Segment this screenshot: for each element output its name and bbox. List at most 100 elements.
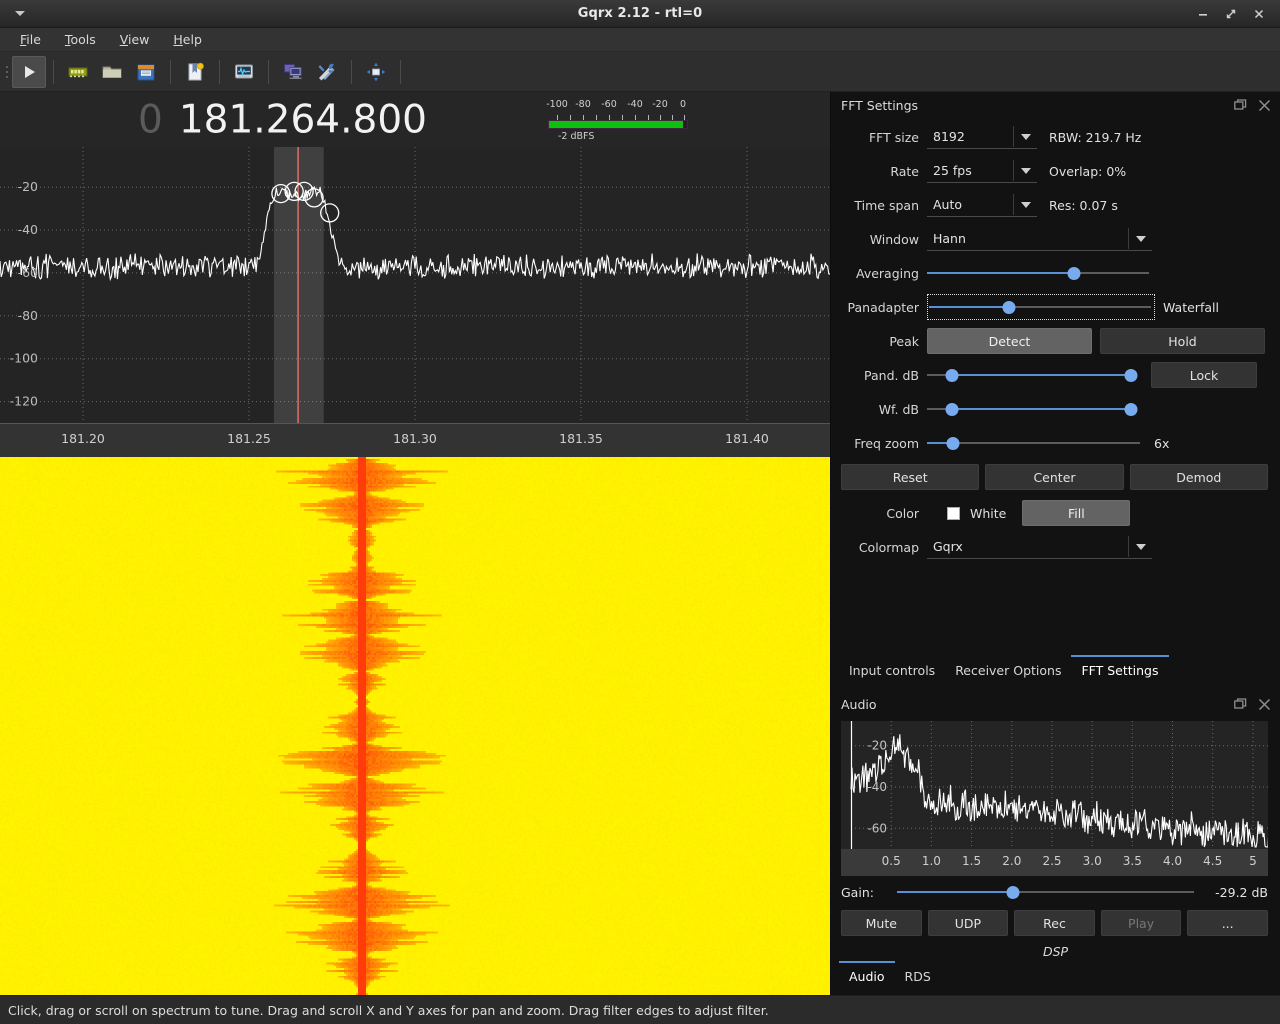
pand-db-high-handle[interactable]: [1124, 368, 1138, 382]
minimize-button[interactable]: [1196, 7, 1210, 21]
toolbar-separator: [351, 59, 352, 84]
rf-spectrum-plot[interactable]: -20 -40 -60 -80 -100 -120 181.20 181.25 181.30 18…: [0, 147, 830, 457]
udp-button[interactable]: UDP: [927, 910, 1009, 936]
menu-file[interactable]: File: [8, 29, 53, 50]
averaging-slider-handle[interactable]: [1067, 266, 1081, 280]
demod-button[interactable]: Demod: [1129, 464, 1268, 490]
more-options-button[interactable]: ...: [1187, 910, 1268, 936]
audio-spectrum-plot[interactable]: -20 -40 -60 0.5 1.0 1.5 2.0 2.5 3.0 3.5 4.0 4.5 5: [841, 721, 1268, 876]
menu-bar: File Tools View Help: [0, 28, 1280, 52]
waterfall-label: Waterfall: [1163, 299, 1219, 315]
svg-text:0.5: 0.5: [882, 854, 901, 868]
fft-settings-dock-header: FFT Settings: [831, 92, 1280, 118]
freq-zoom-slider-handle[interactable]: [946, 436, 960, 450]
gain-row: Gain: -29.2 dB: [831, 878, 1280, 906]
waterfall-display[interactable]: [0, 457, 830, 995]
float-audio-dock-button[interactable]: [1232, 696, 1248, 712]
panadapter-slider-handle[interactable]: [1002, 300, 1016, 314]
bookmarks-button[interactable]: [178, 56, 212, 88]
close-icon: [1258, 698, 1270, 710]
reset-button[interactable]: Reset: [841, 464, 980, 490]
peak-detect-button[interactable]: Detect: [927, 328, 1092, 354]
svg-text:1.5: 1.5: [962, 854, 981, 868]
chevron-down-icon[interactable]: [1013, 160, 1037, 181]
pand-db-range-slider[interactable]: [927, 365, 1138, 385]
menu-tools[interactable]: Tools: [53, 29, 108, 50]
fullscreen-button[interactable]: [359, 56, 393, 88]
lock-button[interactable]: Lock: [1151, 362, 1257, 388]
tab-receiver-options[interactable]: Receiver Options: [945, 655, 1071, 685]
waterfall-canvas[interactable]: [0, 457, 830, 995]
fft-size-label: FFT size: [868, 129, 919, 145]
frequency-leading-digit[interactable]: 0: [138, 97, 163, 142]
signal-meter: -100 -80 -60 -40 -20 0 -2 dBFS: [546, 99, 688, 142]
wf-db-low-handle[interactable]: [945, 402, 959, 416]
device-settings-button[interactable]: [61, 56, 95, 88]
rate-label: Rate: [890, 163, 919, 179]
color-swatch-button[interactable]: [947, 506, 960, 520]
time-span-select[interactable]: Auto: [927, 193, 1037, 217]
rf-spectrum-svg: -20 -40 -60 -80 -100 -120 181.20 181.25 181.30 18…: [0, 147, 830, 457]
close-button[interactable]: [1252, 7, 1266, 21]
tab-input-controls[interactable]: Input controls: [839, 655, 945, 685]
pand-db-low-handle[interactable]: [945, 368, 959, 382]
time-span-row: Time span Auto Res: 0.07 s: [841, 188, 1268, 222]
tab-audio[interactable]: Audio: [839, 961, 895, 991]
configure-button[interactable]: [310, 56, 344, 88]
gain-slider[interactable]: [897, 882, 1194, 902]
chevron-down-icon[interactable]: [1013, 194, 1037, 215]
color-label: Color: [886, 505, 919, 521]
menu-help[interactable]: Help: [161, 29, 214, 50]
meter-tick-label: -40: [627, 99, 643, 110]
fft-settings-form: FFT size 8192 RBW: 219.7 Hz Rate 25 fps …: [831, 118, 1280, 460]
wf-db-range-slider[interactable]: [927, 399, 1138, 419]
load-settings-button[interactable]: [95, 56, 129, 88]
mute-button[interactable]: Mute: [841, 910, 922, 936]
rate-select[interactable]: 25 fps: [927, 159, 1037, 183]
colormap-value: Gqrx: [933, 539, 963, 554]
center-button[interactable]: Center: [985, 464, 1124, 490]
svg-text:-40: -40: [18, 222, 38, 237]
gqrx-window: Gqrx 2.12 - rtl=0 File Tools View Help 0…: [0, 0, 1280, 1024]
chevron-down-icon[interactable]: [1128, 228, 1152, 249]
signal-meter-scale: -100 -80 -60 -40 -20 0: [546, 99, 688, 115]
fft-size-select[interactable]: 8192: [927, 125, 1037, 149]
menu-view[interactable]: View: [108, 29, 162, 50]
rec-button[interactable]: Rec: [1014, 910, 1095, 936]
meter-tick-label: -80: [575, 99, 591, 110]
close-dock-button[interactable]: [1256, 97, 1272, 113]
frequency-value[interactable]: 181.264.800: [179, 97, 427, 142]
remote-control-button[interactable]: [276, 56, 310, 88]
colormap-select[interactable]: Gqrx: [927, 535, 1152, 559]
maximize-button[interactable]: [1224, 7, 1238, 21]
float-window-icon: [1233, 98, 1246, 110]
svg-text:181.35: 181.35: [559, 431, 603, 446]
window-select[interactable]: Hann: [927, 227, 1152, 251]
svg-text:4.0: 4.0: [1163, 854, 1182, 868]
iq-recorder-button[interactable]: [227, 56, 261, 88]
save-settings-button[interactable]: [129, 56, 163, 88]
toolbar-drag-handle[interactable]: [2, 59, 12, 85]
panadapter-waterfall-slider[interactable]: [929, 297, 1151, 317]
right-dock: FFT Settings FFT size 8192 RBW: 219.7 Hz…: [830, 92, 1280, 995]
color-white-label: White: [970, 505, 1007, 521]
peak-hold-button[interactable]: Hold: [1100, 328, 1265, 354]
colormap-label: Colormap: [858, 539, 919, 555]
averaging-slider[interactable]: [927, 263, 1149, 283]
svg-text:-60: -60: [18, 265, 38, 280]
freq-zoom-slider[interactable]: [927, 433, 1140, 453]
close-audio-dock-button[interactable]: [1256, 696, 1272, 712]
fill-button[interactable]: Fill: [1022, 500, 1131, 526]
gain-slider-handle[interactable]: [1006, 885, 1020, 899]
tab-rds[interactable]: RDS: [895, 961, 941, 991]
wf-db-high-handle[interactable]: [1124, 402, 1138, 416]
frequency-display[interactable]: 0 181.264.800: [138, 97, 427, 142]
averaging-label: Averaging: [856, 265, 919, 281]
float-dock-button[interactable]: [1232, 97, 1248, 113]
tab-fft-settings[interactable]: FFT Settings: [1071, 655, 1169, 685]
chevron-down-icon[interactable]: [1013, 126, 1037, 147]
start-dsp-button[interactable]: [12, 55, 46, 88]
peak-row: Peak Detect Hold: [841, 324, 1268, 358]
chevron-down-icon[interactable]: [1128, 536, 1152, 557]
float-window-icon: [1233, 697, 1246, 709]
